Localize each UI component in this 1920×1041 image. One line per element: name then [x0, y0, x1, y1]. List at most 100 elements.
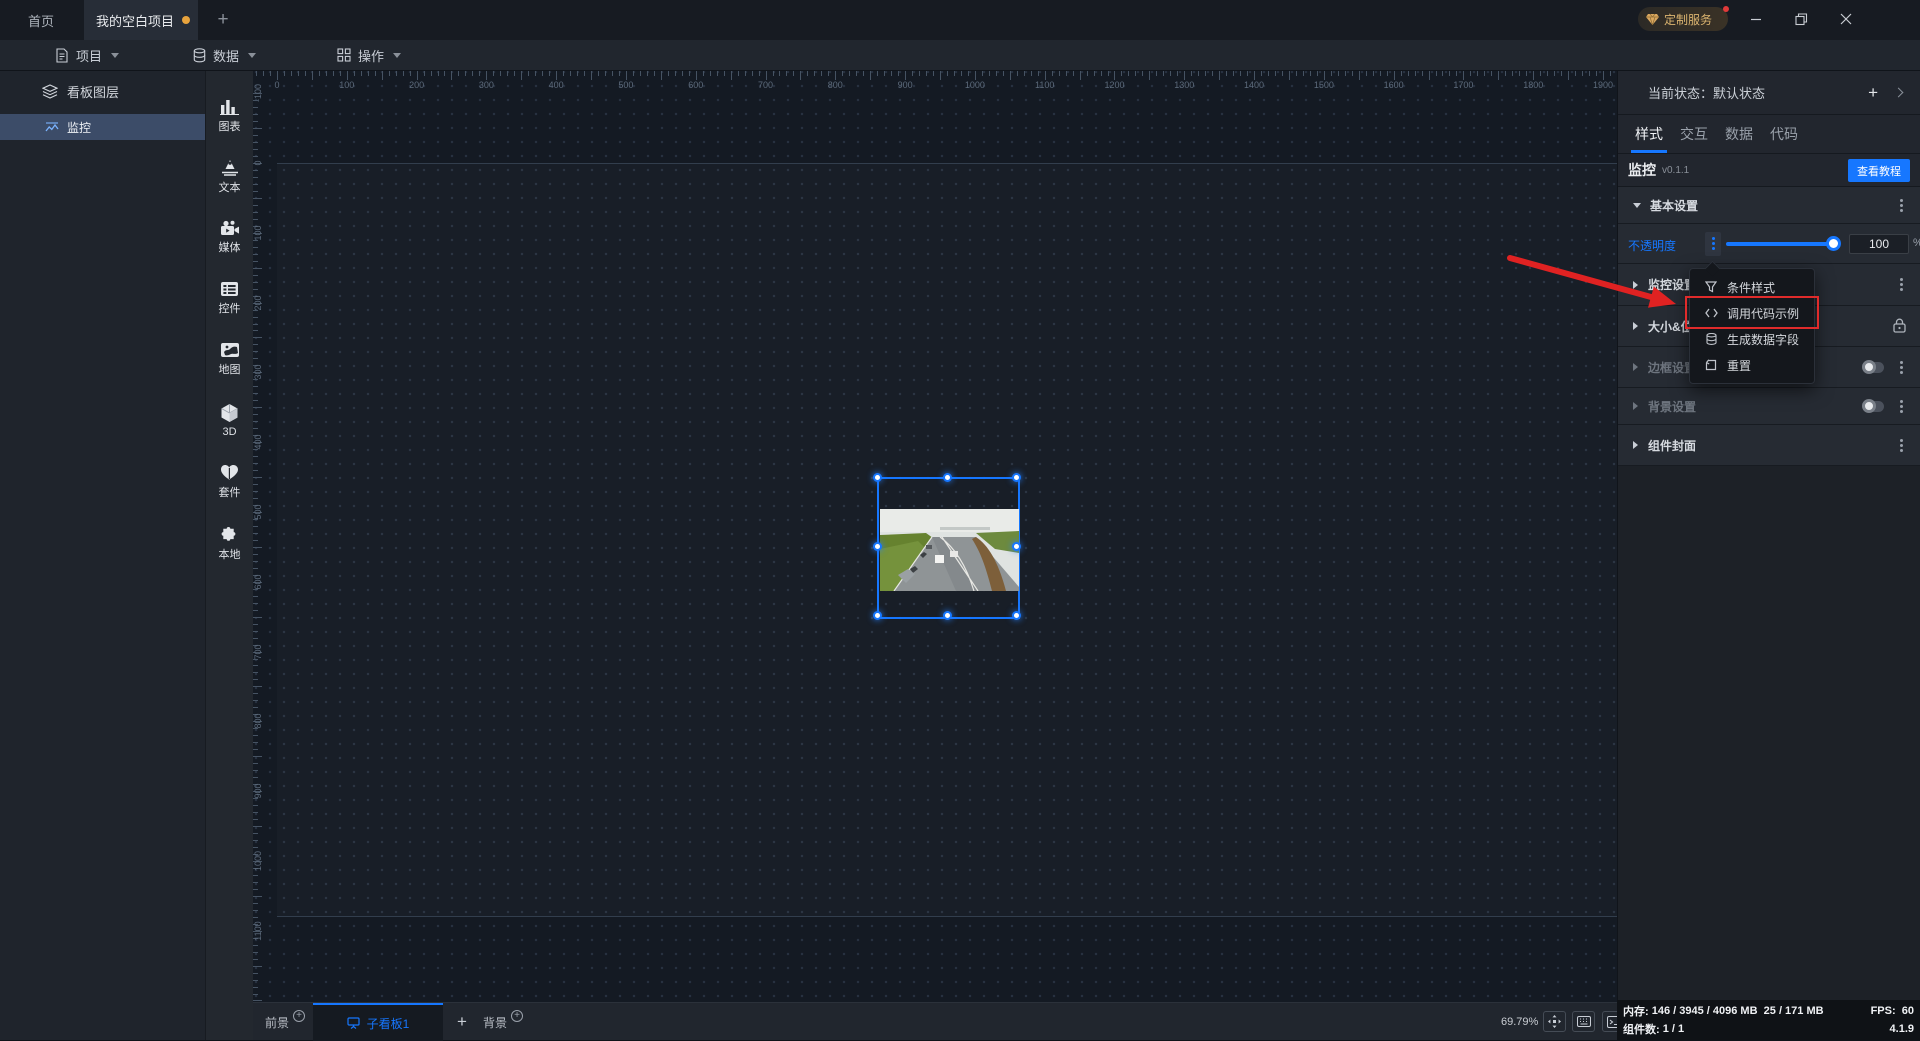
menu-item-reset[interactable]: 重置 [1690, 352, 1814, 378]
kebab-menu-icon[interactable] [1900, 366, 1903, 369]
lock-icon[interactable] [1893, 318, 1906, 333]
tab-code[interactable]: 代码 [1768, 115, 1800, 153]
component-title-row: 监控 v0.1.1 查看教程 [1618, 154, 1920, 187]
kebab-menu-icon[interactable] [1900, 204, 1903, 207]
design-canvas[interactable]: 0100200300400500600700800900100011001200… [253, 71, 1617, 1002]
opacity-row: 不透明度 100 % [1618, 224, 1920, 264]
monitor-video-frame[interactable] [880, 509, 1019, 591]
tab-interaction[interactable]: 交互 [1678, 115, 1710, 153]
new-tab-button[interactable]: + [206, 0, 240, 40]
strip-item-charts[interactable]: 图表 [206, 85, 253, 146]
component-name: 监控 [1628, 160, 1656, 180]
add-circle-icon[interactable]: + [511, 1010, 523, 1022]
ruler-label: 1600 [1374, 80, 1414, 90]
ruler-label: 900 [253, 771, 265, 811]
zoom-level[interactable]: 69.79% [1501, 1003, 1538, 1041]
opacity-unit-label: % [1913, 237, 1920, 249]
board-icon [347, 1017, 360, 1029]
subboard-tab[interactable]: 子看板1 [313, 1003, 443, 1041]
custom-service-badge[interactable]: 定制服务 [1638, 7, 1728, 31]
border-toggle-off[interactable] [1863, 362, 1884, 373]
resize-handle-se[interactable] [1012, 611, 1021, 620]
ruler-label: 1200 [1094, 80, 1134, 90]
add-state-button[interactable]: + [1868, 83, 1878, 103]
tab-data[interactable]: 数据 [1723, 115, 1755, 153]
opacity-slider[interactable] [1726, 242, 1839, 246]
custom-service-label: 定制服务 [1664, 11, 1712, 28]
menu-item-generate-data-field[interactable]: 生成数据字段 [1690, 326, 1814, 352]
ruler-label: 400 [536, 80, 576, 90]
strip-item-maps[interactable]: 地图 [206, 329, 253, 390]
strip-item-media[interactable]: 媒体 [206, 207, 253, 268]
menu-project-label: 项目 [76, 46, 102, 65]
ruler-label: 1400 [1234, 80, 1274, 90]
section-label: 基本设置 [1650, 197, 1698, 214]
resize-handle-nw[interactable] [873, 473, 882, 482]
resize-handle-sw[interactable] [873, 611, 882, 620]
current-state-row: 当前状态：默认状态 + [1618, 71, 1920, 115]
puzzle-icon [220, 524, 239, 543]
layer-item-monitor[interactable]: 监控 [0, 114, 205, 140]
section-background-settings[interactable]: 背景设置 [1618, 388, 1920, 425]
menu-data[interactable]: 数据 [193, 40, 256, 70]
ruler-label: 1500 [1304, 80, 1344, 90]
fit-view-button[interactable] [1543, 1011, 1566, 1032]
menu-item-label: 生成数据字段 [1727, 331, 1799, 348]
section-basic-settings[interactable]: 基本设置 [1618, 187, 1920, 224]
minimize-button[interactable] [1739, 0, 1773, 38]
tutorial-button[interactable]: 查看教程 [1848, 159, 1910, 182]
strip-item-kits[interactable]: 套件 [206, 451, 253, 512]
titlebar: 首页 我的空白项目 + 定制服务 [0, 0, 1920, 40]
shortcut-keys-button[interactable] [1572, 1011, 1595, 1032]
strip-label: 地图 [219, 361, 241, 377]
chevron-down-icon [248, 53, 256, 58]
resize-handle-e[interactable] [1012, 542, 1021, 551]
resize-handle-s[interactable] [943, 611, 952, 620]
opacity-slider-knob[interactable] [1826, 236, 1841, 251]
document-icon [55, 48, 69, 63]
menu-project[interactable]: 项目 [55, 40, 119, 70]
kebab-menu-icon[interactable] [1900, 444, 1903, 447]
tab-project-active[interactable]: 我的空白项目 [84, 0, 198, 40]
strip-label: 图表 [219, 118, 241, 134]
opacity-options-button[interactable] [1705, 232, 1721, 256]
caret-right-icon [1633, 363, 1638, 371]
tab-home[interactable]: 首页 [0, 0, 82, 40]
maximize-button[interactable] [1784, 0, 1818, 38]
inspector-panel: 当前状态：默认状态 + 样式 交互 数据 代码 监控 v0.1.1 查看教程 基… [1617, 71, 1920, 1002]
opacity-value-input[interactable]: 100 [1849, 234, 1909, 254]
monitor-component-selection[interactable] [877, 477, 1020, 619]
kebab-menu-icon[interactable] [1900, 405, 1903, 408]
strip-item-text[interactable]: 文本 [206, 146, 253, 207]
memory-value: 146 / 3945 / 4096 MB [1652, 1005, 1758, 1017]
kit-icon [220, 464, 239, 481]
opacity-label: 不透明度 [1628, 237, 1676, 254]
ruler-label: 1800 [1513, 80, 1553, 90]
tab-style[interactable]: 样式 [1633, 115, 1665, 153]
menu-operations[interactable]: 操作 [337, 40, 401, 70]
subboard-tab-label: 子看板1 [367, 1015, 410, 1032]
foreground-button[interactable]: 前景 + [265, 1003, 305, 1041]
strip-item-local[interactable]: 本地 [206, 512, 253, 573]
ruler-label: 600 [253, 562, 265, 602]
background-button[interactable]: 背景 + [483, 1003, 523, 1041]
background-toggle-off[interactable] [1863, 401, 1884, 412]
ruler-label: 1100 [1025, 80, 1065, 90]
resize-handle-w[interactable] [873, 542, 882, 551]
section-component-cover[interactable]: 组件封面 [1618, 425, 1920, 466]
resize-handle-ne[interactable] [1012, 473, 1021, 482]
add-circle-icon[interactable]: + [293, 1010, 305, 1022]
inspector-empty-area [1618, 466, 1920, 929]
strip-label: 本地 [219, 546, 241, 562]
strip-item-3d[interactable]: 3D [206, 390, 253, 451]
layers-panel: 看板图层 监控 [0, 71, 205, 1040]
close-button[interactable] [1829, 0, 1863, 38]
add-board-button[interactable]: + [448, 1003, 476, 1041]
kebab-menu-icon[interactable] [1900, 283, 1903, 286]
chevron-right-icon[interactable] [1894, 88, 1904, 98]
layers-header-label: 看板图层 [67, 82, 119, 101]
resize-handle-n[interactable] [943, 473, 952, 482]
strip-item-widgets[interactable]: 控件 [206, 268, 253, 329]
unsaved-dot-icon [182, 16, 190, 24]
strip-label: 控件 [219, 300, 241, 316]
